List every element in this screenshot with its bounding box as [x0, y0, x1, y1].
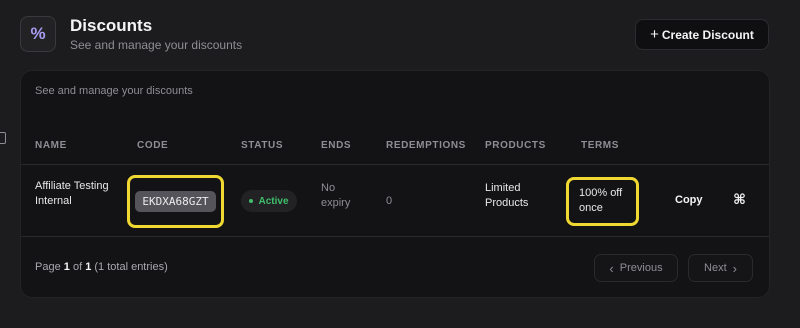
column-header-ends: ENDS — [321, 140, 352, 151]
chevron-left-icon: ‹ — [609, 260, 614, 276]
plus-icon: + — [650, 26, 659, 43]
discounts-card: See and manage your discounts NAME CODE … — [20, 70, 770, 298]
table-row[interactable]: Affiliate Testing Internal EKDXA68GZT Ac… — [21, 164, 769, 237]
pagination-total: 1 — [85, 261, 92, 273]
pagination-of: of — [72, 261, 83, 273]
column-header-terms: TERMS — [581, 140, 619, 151]
create-discount-button[interactable]: + Create Discount — [635, 19, 769, 50]
page-title: Discounts — [70, 16, 153, 35]
status-dot-icon — [249, 199, 254, 203]
discount-name: Affiliate Testing Internal — [35, 180, 109, 207]
status-label: Active — [258, 195, 289, 207]
discount-code[interactable]: EKDXA68GZT — [135, 191, 216, 212]
discount-products: Limited Products — [485, 182, 529, 209]
chevron-right-icon: › — [732, 260, 737, 276]
pagination-entries: (1 total entries) — [94, 261, 168, 273]
discount-redemptions: 0 — [386, 195, 393, 207]
column-header-name: NAME — [35, 140, 67, 151]
next-page-button[interactable]: Next › — [688, 254, 753, 282]
pagination-summary: Page 1 of 1 (1 total entries) — [35, 261, 168, 273]
create-discount-label: Create Discount — [661, 27, 754, 42]
discount-terms: 100% off once — [566, 177, 639, 226]
card-description: See and manage your discounts — [35, 85, 193, 97]
column-header-products: PRODUCTS — [485, 140, 546, 151]
column-header-code: CODE — [137, 140, 169, 151]
command-icon[interactable]: ⌘ — [733, 191, 746, 208]
copy-button[interactable]: Copy — [675, 194, 703, 206]
column-header-status: STATUS — [241, 140, 284, 151]
next-label: Next — [704, 262, 727, 274]
pagination-current: 1 — [63, 261, 70, 273]
column-header-redemptions: REDEMPTIONS — [386, 140, 466, 151]
page-subtitle: See and manage your discounts — [70, 38, 243, 52]
code-highlight: EKDXA68GZT — [127, 175, 224, 228]
percent-icon: % — [20, 16, 56, 52]
sidebar-toggle-handle[interactable] — [0, 132, 6, 144]
status-badge: Active — [241, 190, 297, 212]
discount-ends: No expiry — [321, 182, 351, 209]
previous-label: Previous — [619, 262, 663, 274]
pagination-prefix: Page — [35, 261, 61, 273]
previous-page-button[interactable]: ‹ Previous — [594, 254, 678, 282]
